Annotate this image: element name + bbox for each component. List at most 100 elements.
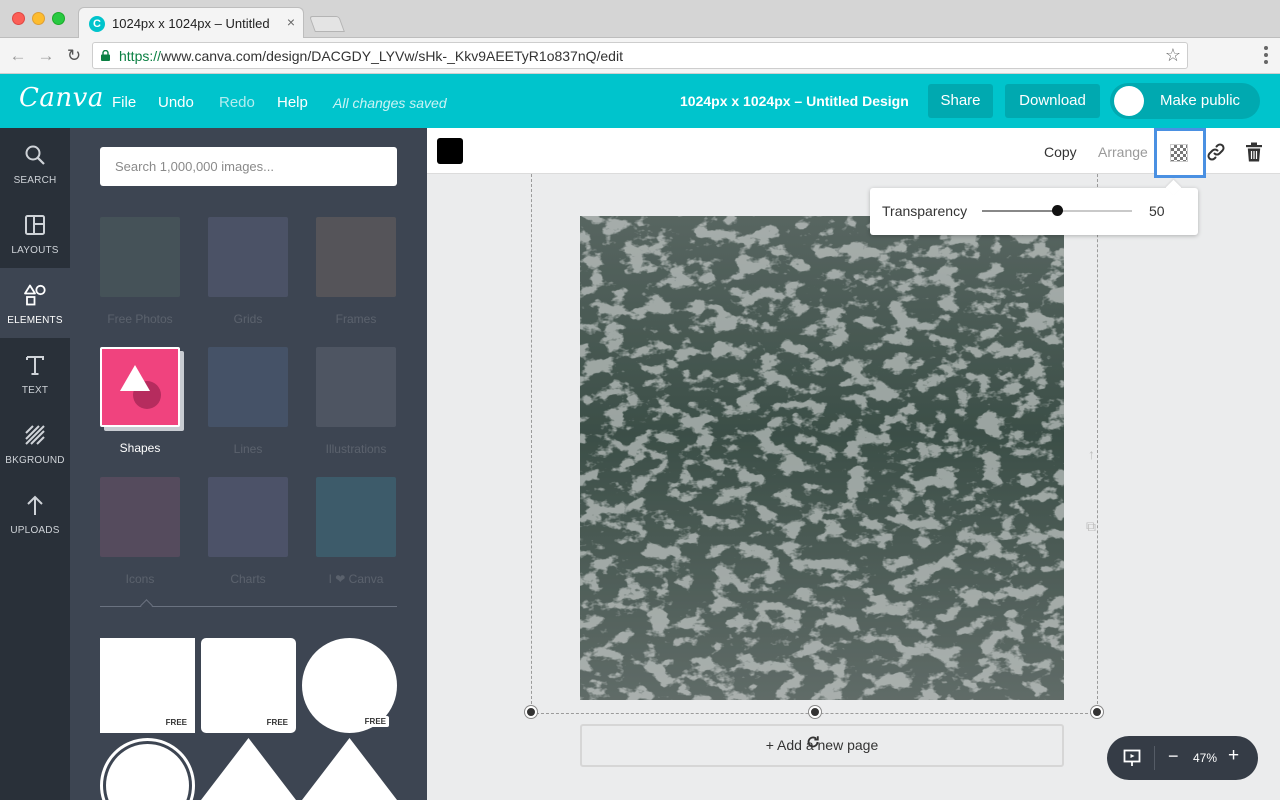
category-label: I ❤ Canva [328,572,384,586]
zoom-out-button[interactable]: − [1168,746,1179,767]
resize-handle-bottom-left[interactable] [525,706,537,718]
undo-button[interactable]: Undo [158,94,194,111]
design-title[interactable]: 1024px x 1024px – Untitled Design [680,93,909,109]
add-page-button[interactable]: + Add a new page [580,724,1064,767]
rotate-icon[interactable] [805,734,821,750]
sidebar-item-uploads[interactable]: UPLOADS [0,478,70,548]
toggle-knob [1114,86,1144,116]
sidebar-item-text[interactable]: TEXT [0,338,70,408]
redo-button[interactable]: Redo [219,94,255,111]
address-bar[interactable]: https://www.canva.com/design/DACGDY_LYVw… [92,42,1188,69]
shape-square[interactable]: FREE [100,638,195,733]
back-icon[interactable]: ← [8,46,28,66]
reload-icon[interactable]: ↻ [64,46,84,66]
url-text: https://www.canva.com/design/DACGDY_LYVw… [119,48,623,64]
bookmark-star-icon[interactable]: ☆ [1165,45,1181,66]
category-i-love-canva[interactable] [316,477,396,557]
lock-icon [101,50,110,61]
category-free-photos[interactable] [100,217,180,297]
resize-handle-bottom-right[interactable] [1091,706,1103,718]
search-box [100,147,397,186]
url-path: www.canva.com/design/DACGDY_LYVw/sHk-_Kk… [161,48,623,64]
text-icon [26,356,44,375]
category-label: Illustrations [325,442,387,456]
element-toolbar: Copy Arrange [427,128,1280,178]
url-scheme: https:// [119,48,162,64]
sidebar-item-label: LAYOUTS [11,245,59,256]
minimize-window-button[interactable] [32,12,45,25]
free-badge: FREE [165,718,187,727]
color-swatch[interactable] [437,138,463,164]
category-grids[interactable] [208,217,288,297]
sidebar-item-label: UPLOADS [10,525,60,536]
category-shapes[interactable] [100,347,180,427]
forward-icon[interactable]: → [36,46,56,66]
browser-tab-bar: C 1024px x 1024px – Untitled D × [0,0,1280,38]
ocean-waves-image [580,216,1064,700]
category-illustrations[interactable] [316,347,396,427]
search-input[interactable] [100,147,397,186]
layouts-icon [25,215,45,235]
browser-menu-icon[interactable] [1264,46,1268,64]
category-label: Grids [233,312,263,326]
free-badge: FREE [266,718,288,727]
move-up-icon[interactable]: ↑ [1088,446,1095,462]
shape-triangle[interactable] [201,738,296,800]
transparency-checker-icon [1170,144,1188,162]
transparency-slider[interactable] [982,205,1132,216]
elements-icon [24,284,46,306]
save-status: All changes saved [333,95,447,111]
zoom-in-button[interactable]: + [1228,745,1239,767]
category-label: Frames [335,312,377,326]
browser-tab[interactable]: C 1024px x 1024px – Untitled D × [78,7,304,38]
shape-circle[interactable]: FREE [302,638,397,733]
zoom-level[interactable]: 47% [1193,751,1217,765]
make-public-label: Make public [1160,92,1241,109]
sidebar-item-label: TEXT [21,385,49,396]
share-button[interactable]: Share [928,84,993,118]
sidebar-item-elements[interactable]: ELEMENTS [0,268,70,338]
copy-button[interactable]: Copy [1044,144,1077,160]
shape-triangle-outline[interactable] [302,738,397,800]
category-label: Icons [125,572,155,586]
divider-caret [140,599,153,612]
sidebar-item-layouts[interactable]: LAYOUTS [0,198,70,268]
present-icon[interactable] [1123,749,1141,767]
tab-close-icon[interactable]: × [287,14,295,30]
canva-logo[interactable]: Canva [19,83,104,113]
arrange-button[interactable]: Arrange [1098,144,1148,160]
sidebar-item-background[interactable]: BKGROUND [0,408,70,478]
shape-rounded-square[interactable]: FREE [201,638,296,733]
left-sidebar: SEARCH LAYOUTS ELEMENTS TEXT BKGROUND UP… [0,128,70,800]
category-charts[interactable] [208,477,288,557]
shapes-icon [120,365,161,409]
transparency-popover: Transparency 50 [870,179,1198,235]
transparency-button[interactable] [1154,128,1206,178]
trash-icon[interactable] [1245,142,1263,162]
category-label: Free Photos [107,312,173,326]
download-button[interactable]: Download [1005,84,1100,118]
transparency-value: 50 [1149,203,1165,219]
category-lines[interactable] [208,347,288,427]
sidebar-item-label: BKGROUND [5,455,65,466]
maximize-window-button[interactable] [52,12,65,25]
make-public-toggle[interactable]: Make public [1110,83,1260,119]
link-icon[interactable] [1206,142,1226,162]
resize-handle-bottom[interactable] [809,706,821,718]
popover-arrow [1165,179,1182,196]
uploads-icon [27,495,43,515]
category-icons[interactable] [100,477,180,557]
help-menu[interactable]: Help [277,94,308,111]
close-window-button[interactable] [12,12,25,25]
duplicate-page-icon[interactable]: ⧉ [1086,518,1096,535]
zoom-controls: − 47% + [1107,736,1258,780]
shape-ring[interactable] [100,738,195,800]
ocean-photo[interactable] [580,216,1064,700]
file-menu[interactable]: File [112,94,136,111]
sidebar-item-search[interactable]: SEARCH [0,128,70,198]
canva-editor-window: C 1024px x 1024px – Untitled D × ← → ↻ h… [0,0,1280,800]
new-tab-button[interactable] [309,16,345,32]
search-icon [25,145,45,165]
category-frames[interactable] [316,217,396,297]
slider-thumb[interactable] [1052,205,1063,216]
